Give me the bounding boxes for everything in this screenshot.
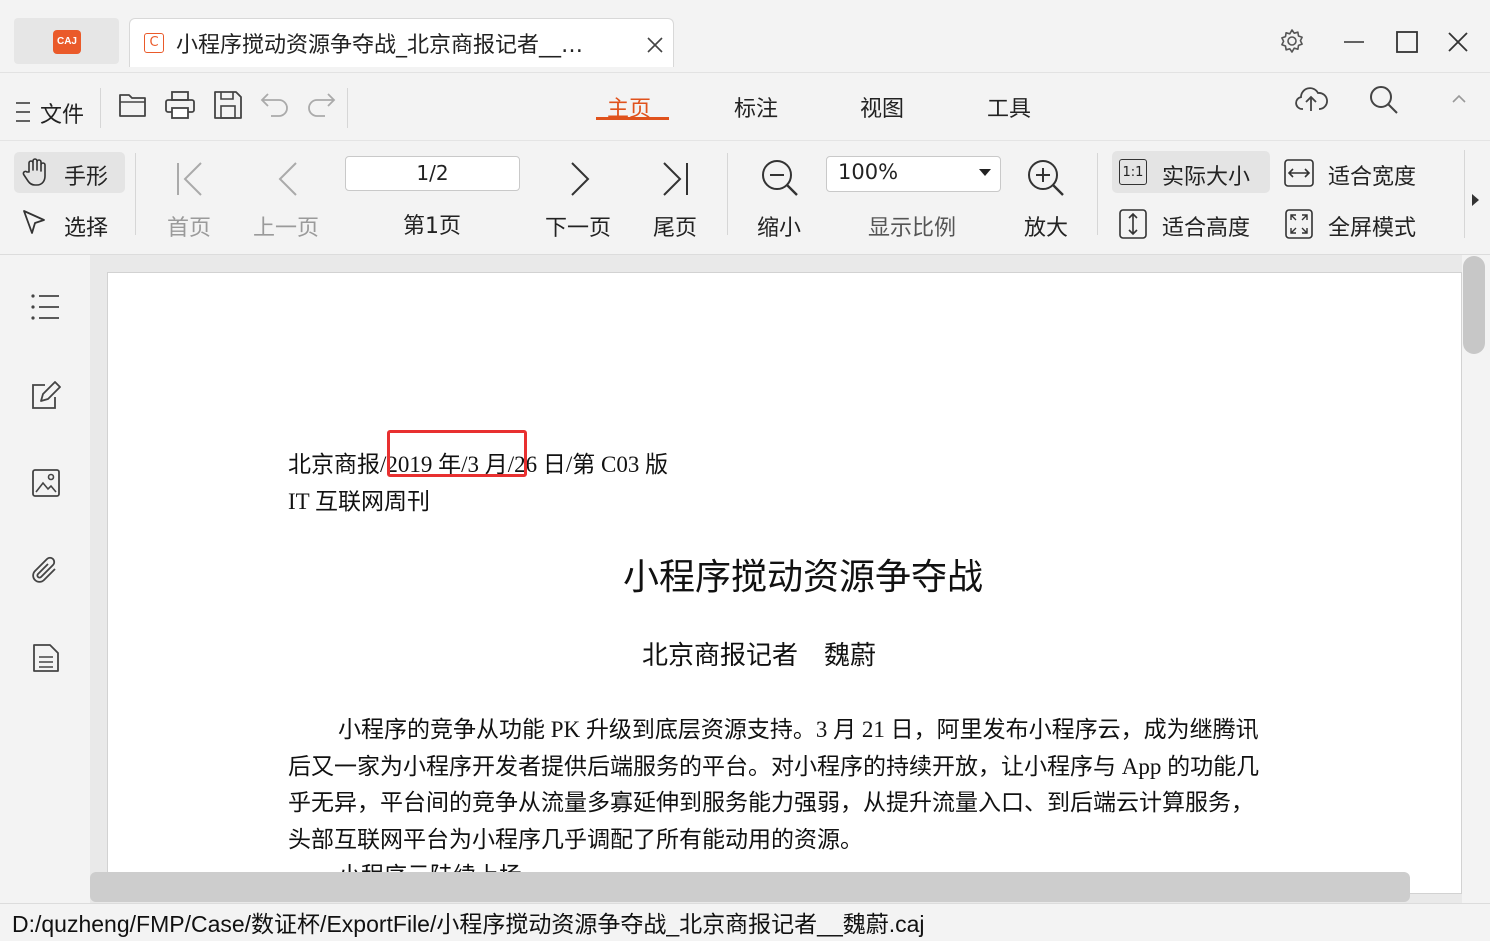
- fit-width-button[interactable]: 适合宽度: [1328, 159, 1416, 191]
- fullscreen-icon[interactable]: [1285, 209, 1313, 239]
- close-window-icon[interactable]: [1448, 32, 1468, 52]
- annotation-note-icon[interactable]: [31, 381, 61, 411]
- print-icon[interactable]: [164, 90, 196, 120]
- doc-header-line2: IT 互联网周刊: [288, 489, 431, 514]
- prev-page-button[interactable]: 上一页: [253, 210, 319, 242]
- divider: [727, 153, 728, 235]
- open-folder-icon[interactable]: [118, 90, 148, 120]
- select-tool-label[interactable]: 选择: [64, 210, 108, 242]
- settings-gear-icon[interactable]: [1279, 28, 1305, 54]
- file-path: D:/quzheng/FMP/Case/数证杯/ExportFile/小程序搅动…: [12, 911, 925, 937]
- select-arrow-icon[interactable]: [21, 208, 49, 238]
- zoom-out-icon[interactable]: [760, 158, 800, 198]
- cloud-upload-icon[interactable]: [1294, 85, 1328, 113]
- page-number-input[interactable]: 1/2: [345, 156, 520, 191]
- maximize-icon[interactable]: [1396, 31, 1418, 53]
- tab-title: 小程序搅动资源争夺战_北京商报记者__…: [176, 33, 584, 58]
- doc-byline: 北京商报记者 魏蔚: [641, 641, 876, 670]
- divider: [1464, 150, 1465, 238]
- page-number-label: 第1页: [403, 214, 461, 239]
- tab-view[interactable]: 视图: [860, 91, 904, 123]
- last-page-button[interactable]: 尾页: [653, 210, 697, 242]
- hand-tool-label: 手形: [64, 165, 109, 190]
- active-tab-indicator: [596, 117, 669, 120]
- last-page-icon[interactable]: [660, 161, 690, 197]
- collapse-ribbon-icon[interactable]: [1451, 93, 1467, 105]
- hamburger-menu-icon[interactable]: [16, 100, 32, 124]
- prev-page-icon[interactable]: [276, 161, 300, 197]
- first-page-icon[interactable]: [175, 161, 205, 197]
- hand-icon: [20, 157, 50, 187]
- image-icon[interactable]: [31, 468, 61, 498]
- actual-size-label: 实际大小: [1162, 165, 1251, 190]
- doc-title: 小程序搅动资源争夺战: [622, 557, 983, 597]
- document-page-icon[interactable]: [32, 643, 60, 673]
- zoom-in-icon[interactable]: [1026, 158, 1066, 198]
- fit-height-button[interactable]: 适合高度: [1162, 210, 1250, 242]
- divider: [1097, 153, 1098, 235]
- search-icon[interactable]: [1368, 84, 1400, 116]
- outline-list-icon[interactable]: [30, 292, 60, 322]
- doc-body-line: 乎无异，平台间的竞争从流量多寡延伸到服务能力强弱，从提升流量入口、到后端云计算服…: [288, 790, 1254, 815]
- zoom-out-button[interactable]: 缩小: [757, 210, 801, 242]
- divider: [0, 140, 1490, 141]
- document-page: 北京商报/2019 年/3 月/26 日/第 C03 版 IT 互联网周刊 小程…: [107, 272, 1462, 894]
- tab-tools[interactable]: 工具: [987, 91, 1031, 123]
- fullscreen-button[interactable]: 全屏模式: [1328, 210, 1416, 242]
- next-page-button[interactable]: 下一页: [545, 210, 611, 242]
- toolbar-more-icon[interactable]: [1472, 194, 1480, 206]
- actual-size-icon: 1:1: [1119, 159, 1147, 185]
- zoom-label: 显示比例: [868, 216, 957, 241]
- save-icon[interactable]: [213, 90, 243, 120]
- fit-width-icon[interactable]: [1284, 159, 1314, 187]
- caj-file-icon: C: [144, 33, 164, 53]
- attachment-paperclip-icon[interactable]: [31, 555, 61, 587]
- redo-icon[interactable]: [305, 90, 337, 120]
- fit-height-icon[interactable]: [1119, 209, 1147, 239]
- vertical-scroll-thumb[interactable]: [1463, 256, 1485, 354]
- doc-body-line: 小程序的竞争从功能 PK 升级到底层资源支持。3 月 21 日，阿里发布小程序云…: [338, 717, 1259, 742]
- undo-icon[interactable]: [259, 90, 291, 120]
- caj-logo-icon: CAJ: [53, 30, 81, 54]
- highlight-box: [387, 430, 527, 477]
- zoom-in-button[interactable]: 放大: [1024, 210, 1068, 242]
- divider: [100, 88, 101, 128]
- dropdown-arrow-icon[interactable]: [979, 169, 991, 177]
- divider: [347, 88, 348, 128]
- first-page-button[interactable]: 首页: [167, 210, 211, 242]
- doc-body-line: 头部互联网平台为小程序几乎调配了所有能动用的资源。: [288, 827, 863, 852]
- doc-body-line: 后又一家为小程序开发者提供后端服务的平台。对小程序的持续开放，让小程序与 App…: [288, 754, 1260, 779]
- tab-annotate[interactable]: 标注: [734, 91, 778, 123]
- zoom-value: 100%: [838, 160, 899, 184]
- divider: [135, 153, 136, 235]
- horizontal-scrollbar[interactable]: [90, 872, 1410, 902]
- tab-close-icon[interactable]: [646, 36, 664, 54]
- next-page-icon[interactable]: [568, 161, 592, 197]
- file-menu[interactable]: 文件: [40, 97, 84, 129]
- minimize-icon[interactable]: [1344, 40, 1364, 44]
